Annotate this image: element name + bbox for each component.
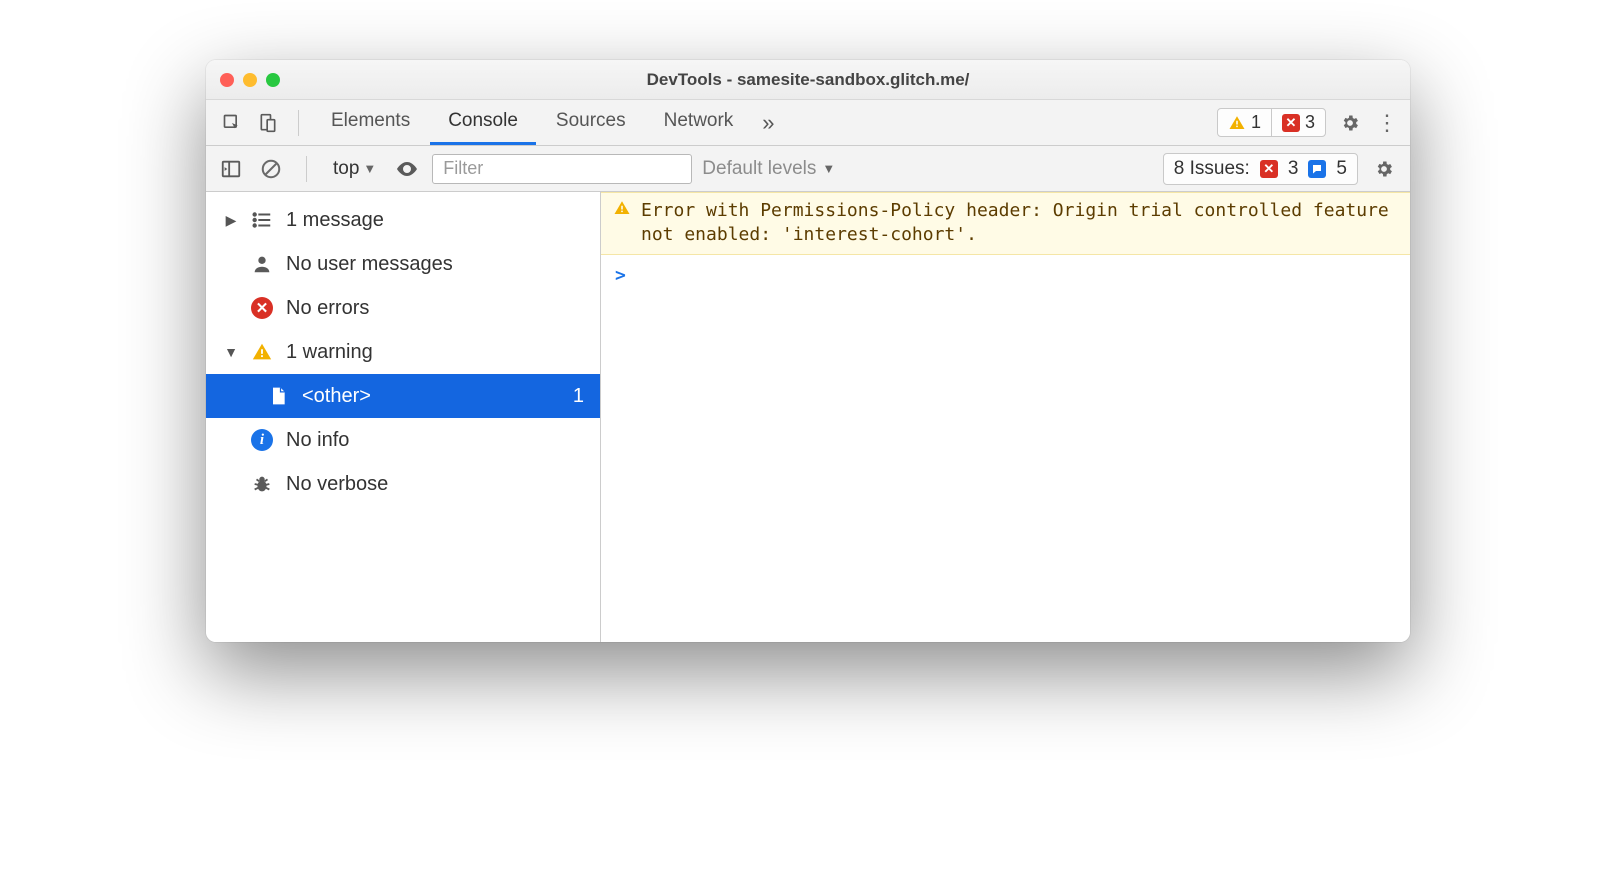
titlebar: DevTools - samesite-sandbox.glitch.me/	[206, 60, 1410, 100]
sidebar-messages[interactable]: ▶ 1 message	[206, 198, 600, 242]
window-controls	[220, 73, 280, 87]
tab-console[interactable]: Console	[430, 100, 536, 145]
info-icon: i	[251, 429, 273, 451]
issues-info-count: 5	[1336, 158, 1347, 180]
sidebar-warnings-label: 1 warning	[286, 341, 373, 364]
panel-tabs: Elements Console Sources Network »	[313, 100, 783, 145]
issues-button[interactable]: 8 Issues: ✕ 3 5	[1163, 153, 1358, 185]
user-icon	[250, 253, 274, 275]
tab-sources[interactable]: Sources	[538, 100, 644, 145]
console-body: ▶ 1 message No user messages ✕ No errors…	[206, 192, 1410, 642]
warning-text: Error with Permissions-Policy header: Or…	[641, 199, 1398, 248]
context-selector[interactable]: top ▼	[327, 158, 382, 180]
live-expression-icon[interactable]	[392, 154, 422, 184]
levels-label: Default levels	[702, 158, 816, 180]
more-tabs-button[interactable]: »	[753, 100, 783, 145]
error-icon: ✕	[1282, 114, 1300, 132]
context-label: top	[333, 158, 359, 180]
console-warning-message[interactable]: Error with Permissions-Policy header: Or…	[601, 192, 1410, 255]
sidebar-other-label: <other>	[302, 385, 371, 408]
warnings-count: 1	[1251, 112, 1261, 133]
window-title: DevTools - samesite-sandbox.glitch.me/	[206, 70, 1410, 90]
sidebar-info-label: No info	[286, 429, 349, 452]
clear-console-icon[interactable]	[256, 154, 286, 184]
maximize-window-button[interactable]	[266, 73, 280, 87]
console-settings-icon[interactable]	[1368, 153, 1400, 185]
console-prompt[interactable]: >	[601, 255, 1410, 296]
sidebar-other[interactable]: <other> 1	[206, 374, 600, 418]
chevron-down-icon: ▼	[822, 161, 835, 176]
log-levels-selector[interactable]: Default levels ▼	[702, 158, 835, 180]
devtools-window: DevTools - samesite-sandbox.glitch.me/ E…	[206, 60, 1410, 642]
close-window-button[interactable]	[220, 73, 234, 87]
chevron-down-icon: ▼	[224, 344, 238, 360]
issues-label: 8 Issues:	[1174, 158, 1250, 180]
sidebar-verbose[interactable]: No verbose	[206, 462, 600, 506]
toolbar-right: 1 ✕ 3 ⋮	[1217, 107, 1400, 139]
sidebar-warnings[interactable]: ▼ 1 warning	[206, 330, 600, 374]
minimize-window-button[interactable]	[243, 73, 257, 87]
console-output: Error with Permissions-Policy header: Or…	[601, 192, 1410, 642]
settings-icon[interactable]	[1334, 107, 1366, 139]
chevron-down-icon: ▼	[363, 161, 376, 176]
toggle-sidebar-icon[interactable]	[216, 154, 246, 184]
sidebar-errors[interactable]: ✕ No errors	[206, 286, 600, 330]
error-icon: ✕	[1260, 160, 1278, 178]
sidebar-errors-label: No errors	[286, 297, 369, 320]
issues-error-count: 3	[1288, 158, 1299, 180]
sidebar-other-count: 1	[573, 385, 584, 408]
warning-icon	[1228, 114, 1246, 132]
list-icon	[250, 209, 274, 231]
errors-count: 3	[1305, 112, 1315, 133]
console-filterbar: top ▼ Default levels ▼ 8 Issues: ✕ 3 5	[206, 146, 1410, 192]
sidebar-info[interactable]: i No info	[206, 418, 600, 462]
sidebar-verbose-label: No verbose	[286, 473, 388, 496]
warning-icon	[250, 341, 274, 363]
error-warning-badges[interactable]: 1 ✕ 3	[1217, 108, 1326, 137]
prompt-chevron-icon: >	[615, 265, 626, 286]
bug-icon	[250, 473, 274, 495]
more-options-icon[interactable]: ⋮	[1374, 110, 1400, 136]
chevron-right-icon: ▶	[224, 212, 238, 229]
sidebar-user-messages[interactable]: No user messages	[206, 242, 600, 286]
filter-input[interactable]	[432, 154, 692, 184]
main-toolbar: Elements Console Sources Network » 1 ✕ 3	[206, 100, 1410, 146]
sidebar-user-label: No user messages	[286, 253, 453, 276]
error-icon: ✕	[251, 297, 273, 319]
inspect-element-icon[interactable]	[216, 107, 248, 139]
message-icon	[1308, 160, 1326, 178]
warning-icon	[613, 199, 631, 248]
console-sidebar: ▶ 1 message No user messages ✕ No errors…	[206, 192, 601, 642]
divider	[298, 110, 299, 136]
sidebar-messages-label: 1 message	[286, 209, 384, 232]
tab-network[interactable]: Network	[646, 100, 752, 145]
file-icon	[266, 384, 290, 408]
divider	[306, 156, 307, 182]
device-toolbar-icon[interactable]	[252, 107, 284, 139]
tab-elements[interactable]: Elements	[313, 100, 428, 145]
